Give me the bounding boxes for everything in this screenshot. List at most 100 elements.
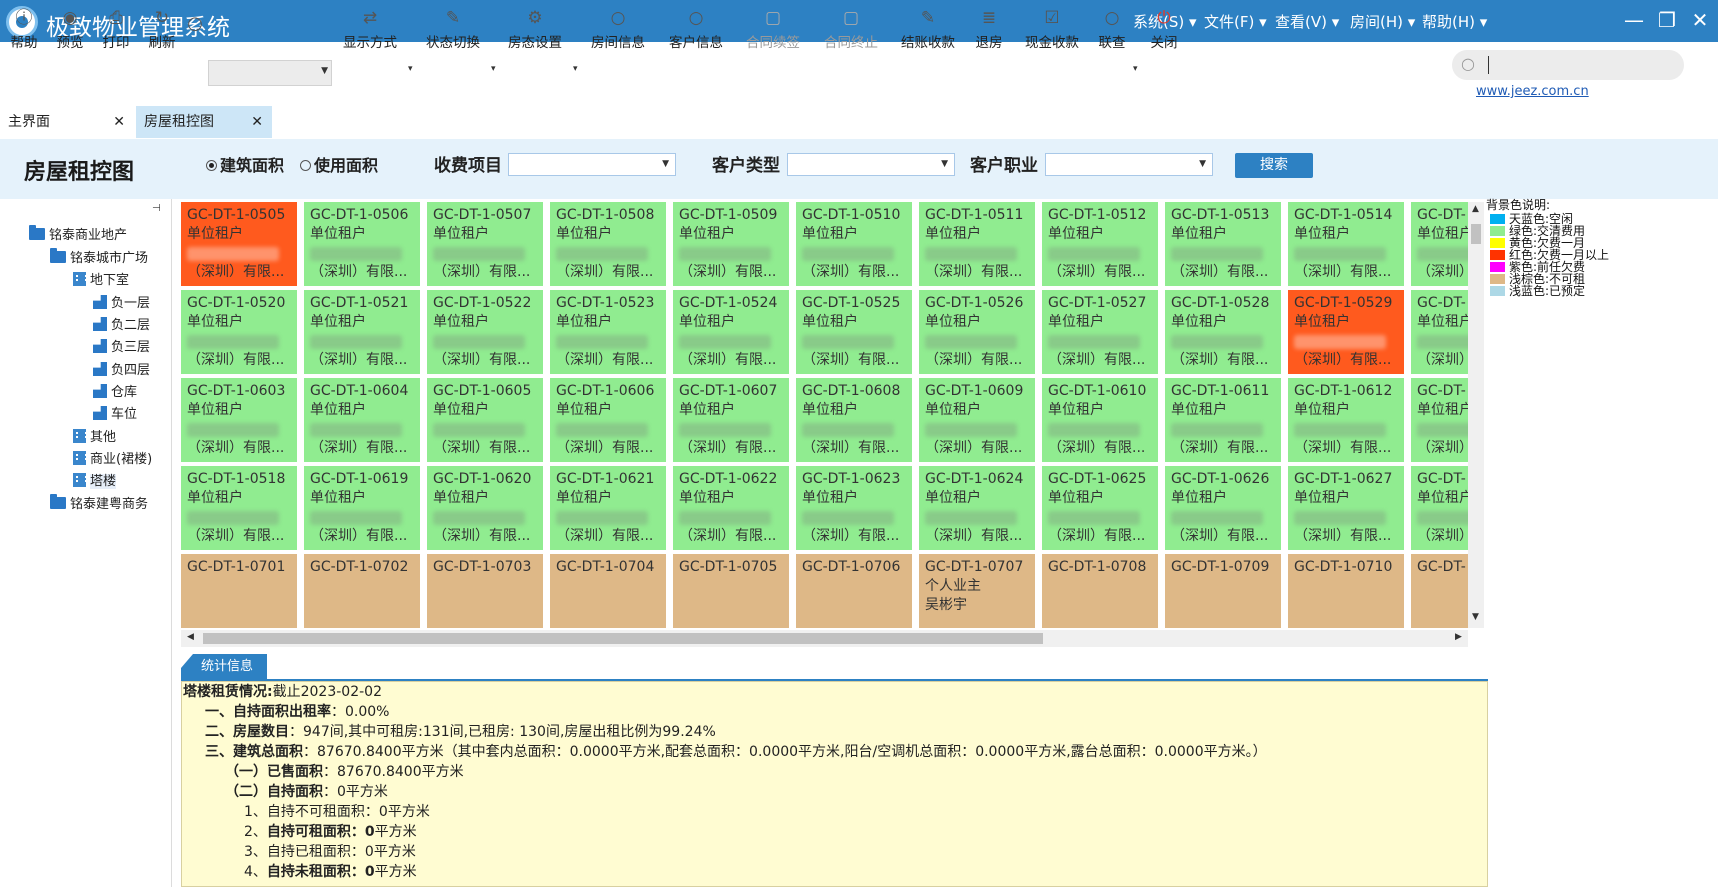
close-tab-icon[interactable]: ✕ bbox=[251, 106, 263, 138]
tree-node-mingtai-commercial[interactable]: 铭泰商业地产 bbox=[29, 225, 127, 245]
room-cell[interactable]: GC-DT-1-0514 单位租户 （深圳）有限... bbox=[1288, 202, 1404, 286]
room-cell[interactable]: GC-DT-1-0612 单位租户 （深圳）有限... bbox=[1288, 378, 1404, 462]
room-cell[interactable]: GC-DT-1-0702 bbox=[304, 554, 420, 628]
close-window-button[interactable]: ✕ bbox=[1688, 8, 1712, 32]
room-cell[interactable]: GC-DT-1-0518 单位租户 （深圳）有限... bbox=[181, 466, 297, 550]
tree-node-basement[interactable]: 地下室 bbox=[73, 272, 129, 290]
room-cell[interactable]: GC-DT-1-0507 单位租户 （深圳）有限... bbox=[427, 202, 543, 286]
room-cell[interactable]: GC-DT-1-0622 单位租户 （深圳）有限... bbox=[673, 466, 789, 550]
tab-rental-control[interactable]: 房屋租控图 ✕ bbox=[136, 106, 272, 138]
display-mode-dropdown-icon[interactable]: ▾ bbox=[408, 64, 413, 74]
room-cell[interactable]: GC-DT-1-0703 bbox=[427, 554, 543, 628]
menu-help[interactable]: 帮助(H) ▾ bbox=[1422, 11, 1487, 32]
menu-view[interactable]: 查看(V) ▾ bbox=[1275, 11, 1339, 32]
print-button[interactable]: ⎙ 打印 bbox=[100, 8, 132, 56]
room-cell[interactable]: GC-DT-1-0621 单位租户 （深圳）有限... bbox=[550, 466, 666, 550]
room-cell[interactable]: GC-DT-1-0627 单位租户 （深圳）有限... bbox=[1288, 466, 1404, 550]
scroll-right-icon[interactable]: ▶ bbox=[1455, 632, 1462, 642]
customer-occupation-select[interactable] bbox=[1045, 153, 1213, 176]
scroll-up-icon[interactable]: ▲ bbox=[1472, 204, 1479, 214]
help-button[interactable]: ⓘ 帮助 bbox=[8, 8, 40, 56]
room-cell[interactable]: GC-DT-1-0708 bbox=[1042, 554, 1158, 628]
scroll-down-icon[interactable]: ▼ bbox=[1472, 612, 1479, 622]
room-cell[interactable]: GC-DT-1-0606 单位租户 （深圳）有限... bbox=[550, 378, 666, 462]
room-cell[interactable]: GC-DT-1-0528 单位租户 （深圳）有限... bbox=[1165, 290, 1281, 374]
tab-statistics[interactable]: 统计信息 bbox=[181, 654, 267, 680]
room-cell[interactable]: GC-DT- 单位租户 （深圳） bbox=[1411, 466, 1468, 550]
room-cell[interactable]: GC-DT-1-0704 bbox=[550, 554, 666, 628]
room-cell[interactable]: GC-DT-1-0510 单位租户 （深圳）有限... bbox=[796, 202, 912, 286]
room-status-dropdown-icon[interactable]: ▾ bbox=[573, 64, 578, 74]
room-cell[interactable]: GC-DT-1-0524 单位租户 （深圳）有限... bbox=[673, 290, 789, 374]
room-cell[interactable]: GC-DT-1-0610 单位租户 （深圳）有限... bbox=[1042, 378, 1158, 462]
vertical-scrollbar[interactable]: ▲ ▼ bbox=[1468, 202, 1484, 628]
room-cell[interactable]: GC-DT-1-0624 单位租户 （深圳）有限... bbox=[919, 466, 1035, 550]
tree-node-b2[interactable]: 负二层 bbox=[93, 317, 150, 335]
room-cell[interactable]: GC-DT-1-0523 单位租户 （深圳）有限... bbox=[550, 290, 666, 374]
minimize-button[interactable]: — bbox=[1622, 8, 1646, 32]
room-cell[interactable]: GC-DT-1-0520 单位租户 （深圳）有限... bbox=[181, 290, 297, 374]
room-cell[interactable]: GC-DT-1-0607 单位租户 （深圳）有限... bbox=[673, 378, 789, 462]
room-info-button[interactable]: ○ 房间信息 bbox=[588, 8, 648, 56]
room-cell[interactable]: GC-DT-1-0604 单位租户 （深圳）有限... bbox=[304, 378, 420, 462]
room-cell[interactable]: GC-DT-1-0609 单位租户 （深圳）有限... bbox=[919, 378, 1035, 462]
room-cell[interactable]: GC-DT-1-0709 bbox=[1165, 554, 1281, 628]
room-cell[interactable]: GC-DT-1-0626 单位租户 （深圳）有限... bbox=[1165, 466, 1281, 550]
website-link[interactable]: www.jeez.com.cn bbox=[1476, 84, 1589, 99]
room-cell[interactable]: GC-DT-1-0513 单位租户 （深圳）有限... bbox=[1165, 202, 1281, 286]
room-cell[interactable]: GC-DT-1-0623 单位租户 （深圳）有限... bbox=[796, 466, 912, 550]
room-cell[interactable]: GC-DT-1-0706 bbox=[796, 554, 912, 628]
tree-node-tower[interactable]: 塔楼 bbox=[73, 473, 117, 491]
menu-room[interactable]: 房间(H) ▾ bbox=[1350, 11, 1415, 32]
room-cell[interactable]: GC-DT-1-0525 单位租户 （深圳）有限... bbox=[796, 290, 912, 374]
room-cell[interactable]: GC-DT- 单位租户 （深圳） bbox=[1411, 202, 1468, 286]
tree-node-mingtai-plaza[interactable]: 铭泰城市广场 bbox=[50, 248, 148, 268]
close-button[interactable]: ⏻ 关闭 bbox=[1148, 8, 1180, 56]
room-cell[interactable]: GC-DT-1-0619 单位租户 （深圳）有限... bbox=[304, 466, 420, 550]
tree-node-b4[interactable]: 负四层 bbox=[93, 362, 150, 380]
room-cell[interactable]: GC-DT-1-0527 单位租户 （深圳）有限... bbox=[1042, 290, 1158, 374]
contract-terminate-button[interactable]: ▢ 合同终止 bbox=[821, 8, 881, 56]
query-button[interactable]: ○ 联查 bbox=[1096, 8, 1128, 56]
room-cell[interactable]: GC-DT-1-0512 单位租户 （深圳）有限... bbox=[1042, 202, 1158, 286]
tree-node-b3[interactable]: 负三层 bbox=[93, 339, 150, 357]
room-cell[interactable]: GC-DT-1-0611 单位租户 （深圳）有限... bbox=[1165, 378, 1281, 462]
tree-node-other[interactable]: 其他 bbox=[73, 429, 116, 447]
room-cell[interactable]: GC-DT-1-0605 单位租户 （深圳）有限... bbox=[427, 378, 543, 462]
room-cell[interactable]: GC-DT-1-0521 单位租户 （深圳）有限... bbox=[304, 290, 420, 374]
tab-main[interactable]: 主界面 ✕ bbox=[0, 106, 134, 138]
room-cell[interactable]: GC-DT-1-0505 单位租户 （深圳）有限... bbox=[181, 202, 297, 286]
fee-item-select[interactable] bbox=[508, 153, 676, 176]
global-search-input[interactable]: ○ bbox=[1452, 50, 1684, 80]
settle-charge-button[interactable]: ✎ 结账收款 bbox=[898, 8, 958, 56]
customer-info-button[interactable]: ○ 客户信息 bbox=[666, 8, 726, 56]
cash-charge-button[interactable]: ☑ 现金收款 bbox=[1022, 8, 1082, 56]
room-cell[interactable]: GC-DT-1-0522 单位租户 （深圳）有限... bbox=[427, 290, 543, 374]
room-cell[interactable]: GC-DT-1-0508 单位租户 （深圳）有限... bbox=[550, 202, 666, 286]
room-cell[interactable]: GC-DT-1-0620 单位租户 （深圳）有限... bbox=[427, 466, 543, 550]
search-button[interactable]: 搜索 bbox=[1235, 153, 1313, 178]
horizontal-scrollbar[interactable]: ◀ ▶ bbox=[181, 630, 1468, 647]
tree-node-parking[interactable]: 车位 bbox=[93, 406, 137, 424]
room-cell[interactable]: GC-DT-1-0710 bbox=[1288, 554, 1404, 628]
room-status-settings-button[interactable]: ⚙ 房态设置 bbox=[505, 8, 565, 56]
room-cell[interactable]: GC-DT-1-0506 单位租户 （深圳）有限... bbox=[304, 202, 420, 286]
display-combo[interactable] bbox=[208, 60, 332, 86]
pin-icon[interactable]: ⊣ bbox=[152, 203, 161, 214]
query-dropdown-icon[interactable]: ▾ bbox=[1133, 64, 1138, 74]
room-cell[interactable]: GC-DT- 单位租户 （深圳） bbox=[1411, 378, 1468, 462]
customer-type-select[interactable] bbox=[787, 153, 955, 176]
maximize-button[interactable]: ❐ bbox=[1655, 8, 1679, 32]
refresh-button[interactable]: ↻ 刷新 bbox=[146, 8, 178, 56]
room-cell[interactable]: GC-DT-1-0625 单位租户 （深圳）有限... bbox=[1042, 466, 1158, 550]
room-cell[interactable]: GC-DT-1-0701 bbox=[181, 554, 297, 628]
room-cell[interactable]: GC-DT-1-0511 单位租户 （深圳）有限... bbox=[919, 202, 1035, 286]
tree-node-b1[interactable]: 负一层 bbox=[93, 295, 150, 313]
room-cell[interactable]: GC-DT-1-0526 单位租户 （深圳）有限... bbox=[919, 290, 1035, 374]
radio-building-area[interactable]: 建筑面积 bbox=[206, 152, 284, 176]
room-cell[interactable]: GC-DT-1-0608 单位租户 （深圳）有限... bbox=[796, 378, 912, 462]
room-cell[interactable]: GC-DT- 单位租户 （深圳） bbox=[1411, 290, 1468, 374]
preview-button[interactable]: ◉ 预览 bbox=[54, 8, 86, 56]
menu-file[interactable]: 文件(F) ▾ bbox=[1204, 11, 1267, 32]
display-mode-button[interactable]: ⇄ 显示方式 bbox=[340, 8, 400, 56]
